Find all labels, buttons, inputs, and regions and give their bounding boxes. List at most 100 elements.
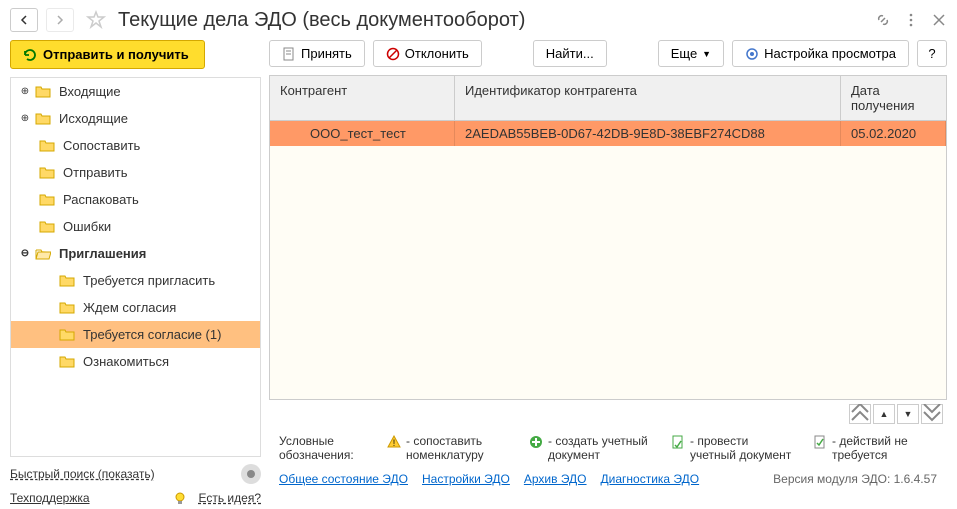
help-label: ? <box>928 46 935 61</box>
legend-item-post: - провести учетный документ <box>671 434 795 462</box>
tree-item-need-consent[interactable]: Требуется согласие (1) <box>11 321 260 348</box>
tree-item-outbox[interactable]: ⊕ Исходящие <box>11 105 260 132</box>
accept-button[interactable]: Принять <box>269 40 365 67</box>
td-contractor: ООО_тест_тест <box>270 121 455 146</box>
chevron-down-icon: ▼ <box>702 49 711 59</box>
refresh-icon <box>23 48 37 62</box>
page-title: Текущие дела ЭДО (весь документооборот) <box>118 9 867 32</box>
footer-links: Общее состояние ЭДО Настройки ЭДО Архив … <box>269 468 947 486</box>
nav-last-button[interactable] <box>921 404 943 424</box>
idea-link[interactable]: Есть идея? <box>198 491 261 505</box>
legend-item-create: - создать учетный документ <box>529 434 653 462</box>
data-table: Контрагент Идентификатор контрагента Дат… <box>269 75 947 400</box>
tree-label: Исходящие <box>59 111 128 126</box>
folder-icon <box>39 220 55 234</box>
tree-label: Распаковать <box>63 192 139 207</box>
tree-label: Ознакомиться <box>83 354 169 369</box>
table-row[interactable]: ООО_тест_тест 2AEDAB55BEB-0D67-42DB-9E8D… <box>270 121 946 146</box>
find-label: Найти... <box>546 46 594 61</box>
help-button[interactable]: ? <box>917 40 947 67</box>
folder-icon <box>59 301 75 315</box>
folder-icon <box>35 112 51 126</box>
th-date[interactable]: Дата получения <box>841 76 946 120</box>
tree-item-inbox[interactable]: ⊕ Входящие <box>11 78 260 105</box>
legend: Условные обозначения: ! - сопоставить но… <box>269 428 947 468</box>
tree-item-errors[interactable]: Ошибки <box>11 213 260 240</box>
tree-item-invitations[interactable]: ⊖ Приглашения <box>11 240 260 267</box>
version-label: Версия модуля ЭДО: 1.6.4.57 <box>773 472 937 486</box>
reject-label: Отклонить <box>405 46 469 61</box>
tree-item-review[interactable]: Ознакомиться <box>11 348 260 375</box>
legend-item-none: - действий не требуется <box>813 434 937 462</box>
window-header: Текущие дела ЭДО (весь документооборот) <box>0 0 957 40</box>
view-settings-button[interactable]: Настройка просмотра <box>732 40 909 67</box>
gear-icon <box>745 47 759 61</box>
tree-item-unpack[interactable]: Распаковать <box>11 186 260 213</box>
table-navigation: ▲ ▼ <box>269 400 947 428</box>
accept-label: Принять <box>301 46 352 61</box>
nav-back-button[interactable] <box>10 8 38 32</box>
reject-icon <box>386 47 400 61</box>
close-icon[interactable] <box>931 12 947 28</box>
tree-item-need-invite[interactable]: Требуется пригласить <box>11 267 260 294</box>
tree-label: Входящие <box>59 84 121 99</box>
link-settings[interactable]: Настройки ЭДО <box>422 472 510 486</box>
tree-item-match[interactable]: Сопоставить <box>11 132 260 159</box>
th-identifier[interactable]: Идентификатор контрагента <box>455 76 841 120</box>
nav-up-button[interactable]: ▲ <box>873 404 895 424</box>
link-general-state[interactable]: Общее состояние ЭДО <box>279 472 408 486</box>
legend-item-match: ! - сопоставить номенклатуру <box>387 434 511 462</box>
legend-text: - провести учетный документ <box>690 434 795 462</box>
send-receive-label: Отправить и получить <box>43 47 189 62</box>
tree-label: Требуется согласие (1) <box>83 327 221 342</box>
td-identifier: 2AEDAB55BEB-0D67-42DB-9E8D-38EBF274CD88 <box>455 121 841 146</box>
collapse-icon[interactable]: ⊖ <box>19 248 31 260</box>
send-receive-button[interactable]: Отправить и получить <box>10 40 205 69</box>
quick-search-link[interactable]: Быстрый поиск (показать) <box>10 467 155 481</box>
tree-label: Приглашения <box>59 246 146 261</box>
nav-first-button[interactable] <box>849 404 871 424</box>
expand-icon[interactable]: ⊕ <box>19 113 31 125</box>
document-ok-icon <box>813 435 827 449</box>
nav-down-button[interactable]: ▼ <box>897 404 919 424</box>
disc-icon[interactable] <box>241 464 261 484</box>
th-contractor[interactable]: Контрагент <box>270 76 455 120</box>
link-icon[interactable] <box>875 12 891 28</box>
plus-icon <box>529 435 543 449</box>
more-menu-icon[interactable] <box>903 12 919 28</box>
favorite-star-icon[interactable] <box>86 10 106 30</box>
folder-icon <box>35 85 51 99</box>
table-header: Контрагент Идентификатор контрагента Дат… <box>270 76 946 121</box>
folder-icon <box>39 193 55 207</box>
link-diagnostics[interactable]: Диагностика ЭДО <box>601 472 700 486</box>
reject-button[interactable]: Отклонить <box>373 40 482 67</box>
bulb-icon <box>172 490 188 506</box>
folder-icon <box>59 328 75 342</box>
support-link[interactable]: Техподдержка <box>10 491 90 505</box>
document-accept-icon <box>282 47 296 61</box>
document-post-icon <box>671 435 685 449</box>
find-button[interactable]: Найти... <box>533 40 607 67</box>
tree-label: Ошибки <box>63 219 111 234</box>
link-archive[interactable]: Архив ЭДО <box>524 472 587 486</box>
tree-label: Отправить <box>63 165 127 180</box>
legend-label: Условные обозначения: <box>279 434 369 462</box>
td-date: 05.02.2020 <box>841 121 946 146</box>
folder-icon <box>59 274 75 288</box>
folder-icon <box>59 355 75 369</box>
toolbar: Принять Отклонить Найти... Еще ▼ Настрой… <box>269 40 947 67</box>
legend-text: - создать учетный документ <box>548 434 653 462</box>
tree-label: Требуется пригласить <box>83 273 215 288</box>
more-button[interactable]: Еще ▼ <box>658 40 724 67</box>
folder-icon <box>39 139 55 153</box>
expand-icon[interactable]: ⊕ <box>19 86 31 98</box>
nav-forward-button[interactable] <box>46 8 74 32</box>
folder-icon <box>39 166 55 180</box>
tree-item-send[interactable]: Отправить <box>11 159 260 186</box>
folder-open-icon <box>35 247 51 261</box>
tree-item-waiting[interactable]: Ждем согласия <box>11 294 260 321</box>
tree-label: Сопоставить <box>63 138 140 153</box>
view-settings-label: Настройка просмотра <box>764 46 896 61</box>
more-label: Еще <box>671 46 697 61</box>
folder-tree: ⊕ Входящие ⊕ Исходящие Сопоставить Отпра… <box>10 77 261 457</box>
